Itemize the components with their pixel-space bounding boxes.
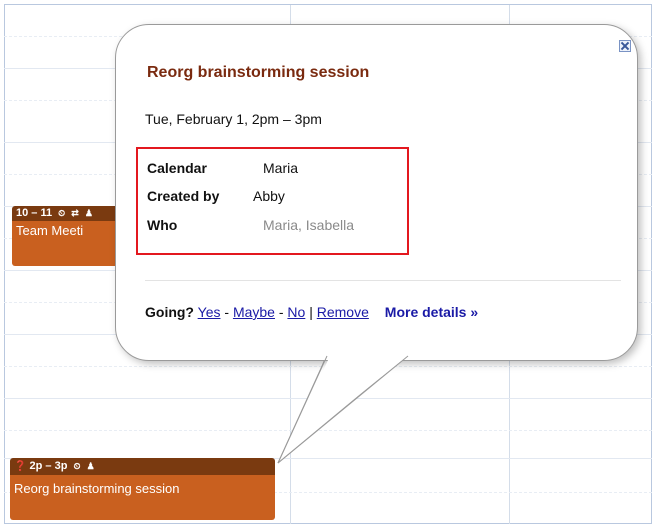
hour-line (4, 4, 652, 5)
separator: - (278, 304, 284, 320)
who-value: Maria, Isabella (263, 217, 355, 233)
event-title: Team Meeti (16, 223, 84, 238)
reminder-icon: ⏲ (58, 208, 66, 218)
event-time: 2p – 3p (29, 460, 68, 472)
event-title: Reorg brainstorming session (14, 481, 180, 496)
rsvp-no-link[interactable]: No (287, 304, 305, 320)
who-label: Who (147, 217, 178, 233)
guests-icon: ♟ (84, 208, 93, 218)
event-time-header: 10 – 11 ⏲ ⇄ ♟ (12, 206, 120, 221)
rsvp-actions: Going? Yes - Maybe - No | Remove More de… (145, 304, 478, 320)
question-icon: ❓ (14, 461, 27, 472)
half-hour-line (4, 366, 652, 367)
detail-row-created-by: Created by Abby (147, 188, 285, 204)
rsvp-yes-link[interactable]: Yes (198, 304, 221, 320)
separator: | (309, 304, 313, 320)
event-body: Reorg brainstorming session (10, 475, 275, 520)
guests-icon: ♟ (86, 461, 95, 471)
event-body: Team Meeti (12, 221, 120, 266)
created-by-label: Created by (147, 188, 220, 204)
hour-line (4, 398, 652, 399)
calendar-label: Calendar (147, 160, 207, 176)
divider (145, 280, 621, 281)
going-label: Going? (145, 304, 194, 320)
event-time-header: ❓ 2p – 3p ⏲ ♟ (10, 458, 275, 475)
repeat-icon: ⇄ (71, 208, 79, 218)
bubble-title: Reorg brainstorming session (147, 64, 370, 81)
detail-row-calendar: Calendar Maria (147, 160, 298, 176)
remove-link[interactable]: Remove (317, 304, 369, 320)
event-datetime: Tue, February 1, 2pm – 3pm (145, 111, 322, 127)
calendar-value: Maria (263, 160, 299, 176)
calendar-event-reorg[interactable]: ❓ 2p – 3p ⏲ ♟ Reorg brainstorming sessio… (10, 458, 275, 520)
event-time: 10 – 11 (16, 207, 53, 219)
half-hour-line (4, 430, 652, 431)
separator: - (224, 304, 230, 320)
rsvp-maybe-link[interactable]: Maybe (233, 304, 275, 320)
close-icon[interactable] (619, 40, 631, 52)
calendar-event-team-meeting[interactable]: 10 – 11 ⏲ ⇄ ♟ Team Meeti (12, 206, 120, 266)
reminder-icon: ⏲ (73, 461, 81, 471)
more-details-link[interactable]: More details » (385, 304, 478, 320)
created-by-value: Abby (253, 188, 285, 204)
detail-row-who: Who Maria, Isabella (147, 217, 354, 233)
